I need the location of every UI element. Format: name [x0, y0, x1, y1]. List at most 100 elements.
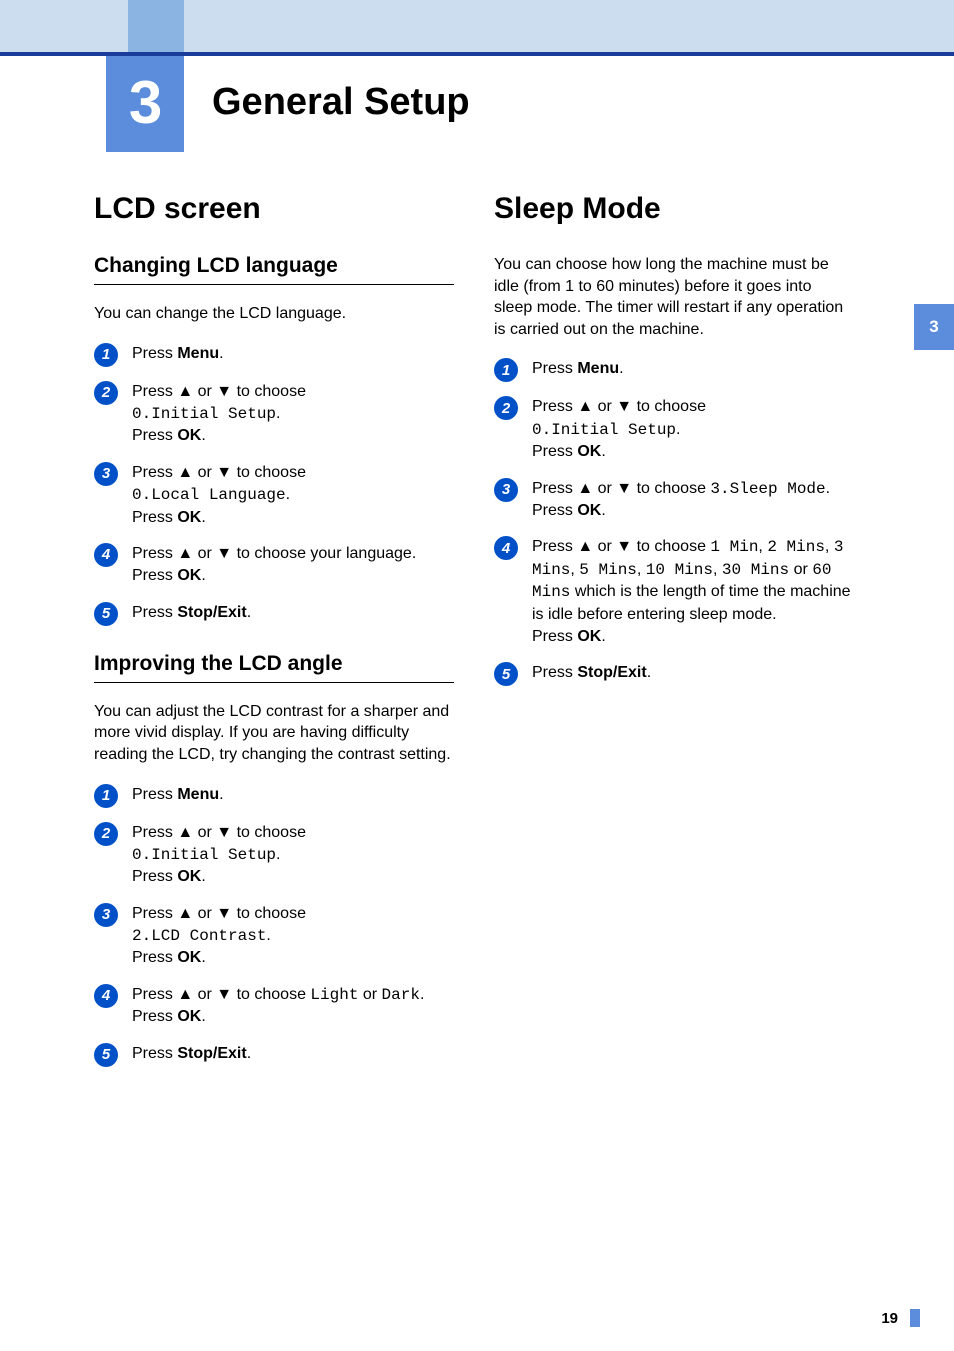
page-number: 19 — [881, 1310, 898, 1327]
text: , — [570, 561, 579, 578]
step-text: Press ▲ or ▼ to choose 3.Sleep Mode. Pre… — [532, 478, 830, 523]
step-badge-2: 2 — [94, 822, 118, 846]
text: Press — [132, 786, 177, 803]
step-text: Press Menu. — [132, 343, 224, 365]
chapter-title: General Setup — [212, 81, 470, 124]
bold: OK — [177, 868, 201, 885]
step-text: Press Menu. — [132, 784, 224, 806]
text: or — [358, 986, 381, 1003]
text: Press — [532, 443, 577, 460]
step-row: 1 Press Menu. — [94, 784, 454, 808]
left-column: LCD screen Changing LCD language You can… — [94, 192, 454, 1081]
text: . — [826, 480, 830, 497]
text: which is the length of time the machine … — [532, 583, 851, 622]
step-badge-4: 4 — [94, 543, 118, 567]
step-text: Press ▲ or ▼ to choose Light or Dark. Pr… — [132, 984, 424, 1029]
step-row: 3 Press ▲ or ▼ to choose 0.Local Languag… — [94, 462, 454, 529]
text: Press ▲ or ▼ to choose your language. — [132, 545, 416, 562]
step-text: Press Stop/Exit. — [132, 602, 251, 624]
step-badge-5: 5 — [94, 1043, 118, 1067]
mono: 2 Mins — [767, 538, 825, 556]
step-row: 1 Press Menu. — [494, 358, 854, 382]
mono: 2.LCD Contrast — [132, 927, 266, 945]
step-badge-3: 3 — [94, 903, 118, 927]
step-text: Press ▲ or ▼ to choose your language. Pr… — [132, 543, 416, 588]
header-band — [0, 0, 954, 56]
content-columns: LCD screen Changing LCD language You can… — [0, 152, 954, 1081]
step-badge-3: 3 — [94, 462, 118, 486]
step-row: 5 Press Stop/Exit. — [94, 1043, 454, 1067]
step-text: Press Menu. — [532, 358, 624, 380]
text: Press — [532, 360, 577, 377]
text: Press — [532, 628, 577, 645]
chapter-header: 3 General Setup — [0, 52, 954, 152]
text: . — [201, 1008, 205, 1025]
text: . — [676, 421, 680, 438]
text: Press ▲ or ▼ to choose — [132, 464, 306, 481]
text: , — [758, 538, 767, 555]
text: Press — [132, 949, 177, 966]
intro-change-language: You can change the LCD language. — [94, 303, 454, 325]
step-badge-3: 3 — [494, 478, 518, 502]
step-badge-2: 2 — [94, 381, 118, 405]
section-heading-sleep: Sleep Mode — [494, 192, 854, 226]
text: . — [601, 628, 605, 645]
step-row: 2 Press ▲ or ▼ to choose 0.Initial Setup… — [94, 822, 454, 889]
text: Press ▲ or ▼ to choose — [532, 398, 706, 415]
mono: 10 Mins — [646, 561, 713, 579]
step-text: Press ▲ or ▼ to choose 0.Initial Setup. … — [132, 381, 306, 448]
section-heading-lcd: LCD screen — [94, 192, 454, 226]
text: . — [201, 509, 205, 526]
text: Press — [532, 502, 577, 519]
step-row: 5 Press Stop/Exit. — [494, 662, 854, 686]
header-accent — [128, 0, 184, 56]
bold: Menu — [577, 360, 619, 377]
text: . — [276, 405, 280, 422]
text: or — [789, 561, 812, 578]
text: . — [201, 427, 205, 444]
text: , — [713, 561, 722, 578]
mono: 3.Sleep Mode — [710, 480, 825, 498]
text: Press — [132, 604, 177, 621]
text: . — [201, 868, 205, 885]
text: . — [219, 786, 223, 803]
step-row: 4 Press ▲ or ▼ to choose your language. … — [94, 543, 454, 588]
step-text: Press ▲ or ▼ to choose 2.LCD Contrast. P… — [132, 903, 306, 970]
bold: OK — [177, 567, 201, 584]
step-badge-4: 4 — [94, 984, 118, 1008]
text: . — [201, 949, 205, 966]
bold: Stop/Exit — [177, 604, 246, 621]
intro-lcd-angle: You can adjust the LCD contrast for a sh… — [94, 701, 454, 766]
text: . — [247, 604, 251, 621]
text: Press ▲ or ▼ to choose — [532, 480, 710, 497]
step-text: Press ▲ or ▼ to choose 1 Min, 2 Mins, 3 … — [532, 536, 854, 648]
mono: 0.Initial Setup — [132, 405, 276, 423]
step-row: 4 Press ▲ or ▼ to choose Light or Dark. … — [94, 984, 454, 1029]
chapter-number: 3 — [129, 68, 161, 137]
step-badge-4: 4 — [494, 536, 518, 560]
text: . — [647, 664, 651, 681]
step-badge-2: 2 — [494, 396, 518, 420]
mono: Light — [310, 986, 358, 1004]
step-badge-5: 5 — [94, 602, 118, 626]
text: Press ▲ or ▼ to choose — [132, 905, 306, 922]
text: . — [266, 927, 270, 944]
text: . — [286, 486, 290, 503]
mono: Dark — [382, 986, 420, 1004]
text: Press — [132, 509, 177, 526]
mono: 1 Min — [710, 538, 758, 556]
intro-sleep-mode: You can choose how long the machine must… — [494, 254, 854, 340]
text: Press ▲ or ▼ to choose — [132, 986, 310, 1003]
mono: 0.Initial Setup — [132, 846, 276, 864]
text: . — [276, 846, 280, 863]
step-row: 2 Press ▲ or ▼ to choose 0.Initial Setup… — [494, 396, 854, 463]
text: Press — [132, 868, 177, 885]
step-text: Press Stop/Exit. — [532, 662, 651, 684]
side-tab: 3 — [914, 304, 954, 350]
bold: Stop/Exit — [177, 1045, 246, 1062]
page-footer: 19 — [881, 1309, 920, 1327]
step-text: Press Stop/Exit. — [132, 1043, 251, 1065]
text: Press ▲ or ▼ to choose — [132, 824, 306, 841]
side-tab-label: 3 — [929, 317, 938, 337]
step-badge-1: 1 — [494, 358, 518, 382]
